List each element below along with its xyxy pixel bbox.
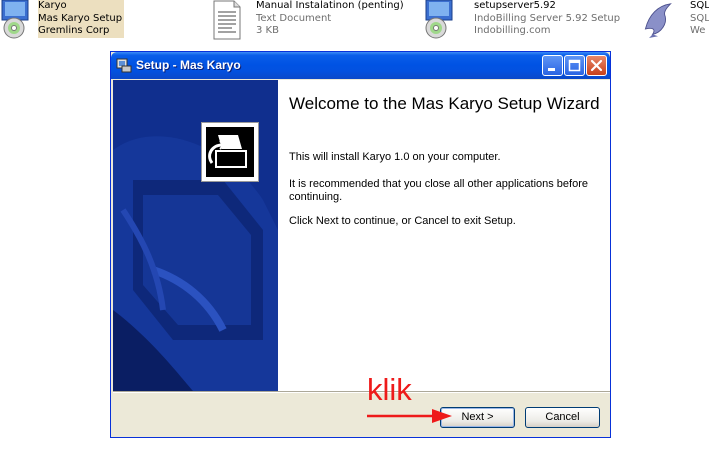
annotation-label: klik xyxy=(367,372,412,407)
cancel-button[interactable]: Cancel xyxy=(525,407,600,428)
file-description: Mas Karyo Setup xyxy=(38,12,123,24)
setup-logo xyxy=(201,122,259,182)
file-description: IndoBilling Server 5.92 Setup xyxy=(474,12,621,24)
file-size: 3 KB xyxy=(256,25,279,36)
desktop-file-karyo[interactable]: Karyo Mas Karyo Setup Gremlins Corp xyxy=(0,0,125,40)
wizard-side-image xyxy=(113,80,278,391)
minimize-button[interactable] xyxy=(542,55,563,76)
minimize-icon xyxy=(548,68,555,71)
setup-window: Setup - Mas Karyo Welcome to the Mas Kar… xyxy=(110,51,611,438)
file-company: Gremlins Corp xyxy=(38,25,110,36)
file-company: We xyxy=(690,25,706,36)
file-name: Karyo xyxy=(38,0,67,11)
desktop-file-setupserver[interactable]: setupserver5.92 IndoBilling Server 5.92 … xyxy=(420,0,620,40)
file-company: Indobilling.com xyxy=(474,25,551,36)
title-bar[interactable]: Setup - Mas Karyo xyxy=(111,52,610,79)
dolphin-icon xyxy=(644,3,672,38)
file-type: Text Document xyxy=(256,12,332,24)
file-name: Manual Instalatinon (penting) xyxy=(256,0,404,11)
desktop-file-manual[interactable]: Manual Instalatinon (penting) Text Docum… xyxy=(208,0,408,40)
file-description: SQL xyxy=(690,12,709,24)
close-apps-text: It is recommended that you close all oth… xyxy=(289,178,588,203)
maximize-button[interactable] xyxy=(564,55,585,76)
close-icon xyxy=(590,59,603,72)
setup-app-icon xyxy=(116,58,132,73)
button-separator xyxy=(113,391,610,393)
desktop-file-sql[interactable]: SQL SQL We xyxy=(640,0,709,40)
installer-cd-icon xyxy=(425,0,453,39)
file-name: SQL xyxy=(690,0,709,11)
file-name: setupserver5.92 xyxy=(474,0,556,11)
maximize-icon xyxy=(568,59,581,72)
installer-box-icon xyxy=(206,127,254,177)
installer-cd-icon xyxy=(1,0,29,39)
window-title: Setup - Mas Karyo xyxy=(136,58,241,72)
continue-instruction-text: Click Next to continue, or Cancel to exi… xyxy=(289,215,516,227)
close-button[interactable] xyxy=(586,55,607,76)
text-document-icon xyxy=(213,0,241,40)
welcome-content: Welcome to the Mas Karyo Setup Wizard Th… xyxy=(278,80,610,391)
red-arrow-icon xyxy=(367,409,452,423)
welcome-heading: Welcome to the Mas Karyo Setup Wizard xyxy=(289,94,600,113)
install-info-text: This will install Karyo 1.0 on your comp… xyxy=(289,151,501,163)
